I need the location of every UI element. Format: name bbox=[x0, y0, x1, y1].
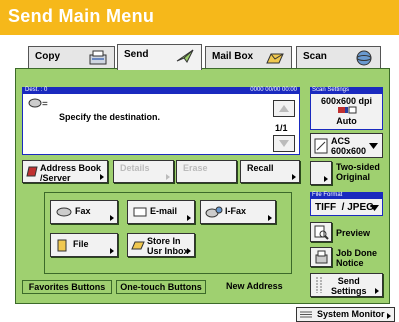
fax-button[interactable]: Fax bbox=[50, 200, 118, 224]
scan-icon bbox=[356, 50, 372, 66]
color-mode-icon bbox=[337, 106, 356, 114]
tab-copy[interactable]: Copy bbox=[28, 46, 115, 68]
destination-list[interactable]: = Specify the destination. 1/1 bbox=[22, 93, 300, 155]
job-done-notice-button[interactable] bbox=[310, 247, 332, 267]
preview-button[interactable] bbox=[310, 222, 332, 242]
tab-mailbox-label: Mail Box bbox=[212, 51, 254, 62]
address-book-button[interactable]: Address Book /Server bbox=[22, 160, 108, 183]
arrow-right-icon bbox=[166, 174, 170, 180]
color-mode-value: Auto bbox=[336, 116, 357, 126]
chevron-down-icon bbox=[369, 143, 378, 149]
arrow-up-icon bbox=[279, 105, 289, 112]
chevron-down-icon bbox=[370, 205, 379, 211]
erase-button[interactable]: Erase bbox=[176, 160, 237, 183]
scroll-down-button[interactable] bbox=[273, 135, 295, 152]
send-settings-button[interactable]: Send Settings bbox=[310, 273, 383, 297]
email-icon bbox=[133, 207, 147, 217]
destination-type-icon: = bbox=[28, 98, 48, 109]
details-label: Details bbox=[120, 163, 150, 173]
arrow-right-icon bbox=[375, 288, 379, 294]
details-button[interactable]: Details bbox=[113, 160, 174, 183]
page-title: Send Main Menu bbox=[8, 6, 155, 26]
two-sided-original-label: Two-sided Original bbox=[336, 162, 380, 182]
send-settings-icon bbox=[316, 277, 322, 293]
job-done-notice-label: Job Done Notice bbox=[336, 248, 378, 268]
address-book-label: Address Book /Server bbox=[40, 163, 102, 183]
store-in-inbox-button[interactable]: Store In Usr Inbox bbox=[127, 233, 195, 257]
tab-scan-label: Scan bbox=[303, 51, 327, 62]
one-touch-buttons-tab[interactable]: One-touch Buttons bbox=[116, 280, 206, 294]
file-label: File bbox=[73, 239, 89, 249]
inbox-icon bbox=[131, 241, 145, 250]
recall-label: Recall bbox=[247, 163, 274, 173]
paper-icon bbox=[314, 138, 328, 154]
store-in-inbox-label: Store In Usr Inbox bbox=[147, 236, 189, 256]
send-icon bbox=[176, 49, 194, 63]
arrow-right-icon bbox=[187, 215, 191, 221]
preview-icon bbox=[314, 225, 329, 240]
job-done-icon bbox=[315, 250, 328, 264]
file-button[interactable]: File bbox=[50, 233, 118, 257]
system-monitor-button[interactable]: System Monitor bbox=[296, 307, 395, 322]
send-settings-label: Send Settings bbox=[331, 276, 367, 296]
arrow-right-icon bbox=[268, 215, 272, 221]
email-button[interactable]: E-mail bbox=[127, 200, 195, 224]
ifax-label: I-Fax bbox=[225, 206, 247, 216]
mailbox-icon bbox=[266, 53, 284, 64]
arrow-right-icon bbox=[324, 176, 328, 182]
destination-prompt: Specify the destination. bbox=[59, 112, 161, 122]
address-book-icon bbox=[26, 166, 38, 177]
arrow-right-icon bbox=[292, 174, 296, 180]
tab-copy-label: Copy bbox=[35, 51, 60, 62]
paper-size-value: ACS 600x600 bbox=[331, 136, 367, 156]
scroll-up-button[interactable] bbox=[273, 100, 295, 117]
file-format-select[interactable]: TIFF / JPEG bbox=[310, 198, 383, 216]
arrow-down-icon bbox=[279, 140, 289, 147]
svg-text:=: = bbox=[42, 99, 48, 109]
ifax-button[interactable]: I-Fax bbox=[200, 200, 276, 224]
file-format-value: TIFF / JPEG bbox=[315, 202, 374, 213]
tab-mailbox[interactable]: Mail Box bbox=[205, 46, 292, 68]
system-monitor-label: System Monitor bbox=[317, 309, 385, 319]
arrow-right-icon bbox=[100, 174, 104, 180]
favorites-buttons-tab[interactable]: Favorites Buttons bbox=[22, 280, 112, 294]
arrow-right-icon bbox=[187, 248, 191, 254]
resolution-value: 600x600 dpi bbox=[320, 96, 373, 106]
monitor-icon bbox=[300, 311, 312, 318]
preview-label: Preview bbox=[336, 228, 371, 238]
tab-send[interactable]: Send bbox=[117, 44, 202, 70]
erase-label: Erase bbox=[183, 163, 208, 173]
tab-send-label: Send bbox=[124, 49, 149, 60]
fax-icon bbox=[56, 207, 72, 217]
arrow-right-icon bbox=[110, 248, 114, 254]
fax-label: Fax bbox=[75, 206, 91, 216]
scan-settings-button[interactable]: 600x600 dpi Auto bbox=[310, 93, 383, 130]
recall-button[interactable]: Recall bbox=[240, 160, 300, 183]
copy-icon bbox=[89, 50, 107, 65]
two-sided-original-button[interactable] bbox=[310, 161, 332, 185]
paper-size-select[interactable]: ACS 600x600 bbox=[310, 133, 383, 158]
new-address-button[interactable]: New Address bbox=[226, 281, 283, 291]
arrow-right-icon bbox=[110, 215, 114, 221]
tab-scan[interactable]: Scan bbox=[296, 46, 381, 68]
email-label: E-mail bbox=[150, 206, 178, 216]
file-icon bbox=[57, 239, 67, 252]
page-indicator: 1/1 bbox=[275, 123, 288, 133]
ifax-icon bbox=[205, 206, 223, 218]
arrow-right-icon bbox=[387, 313, 391, 319]
